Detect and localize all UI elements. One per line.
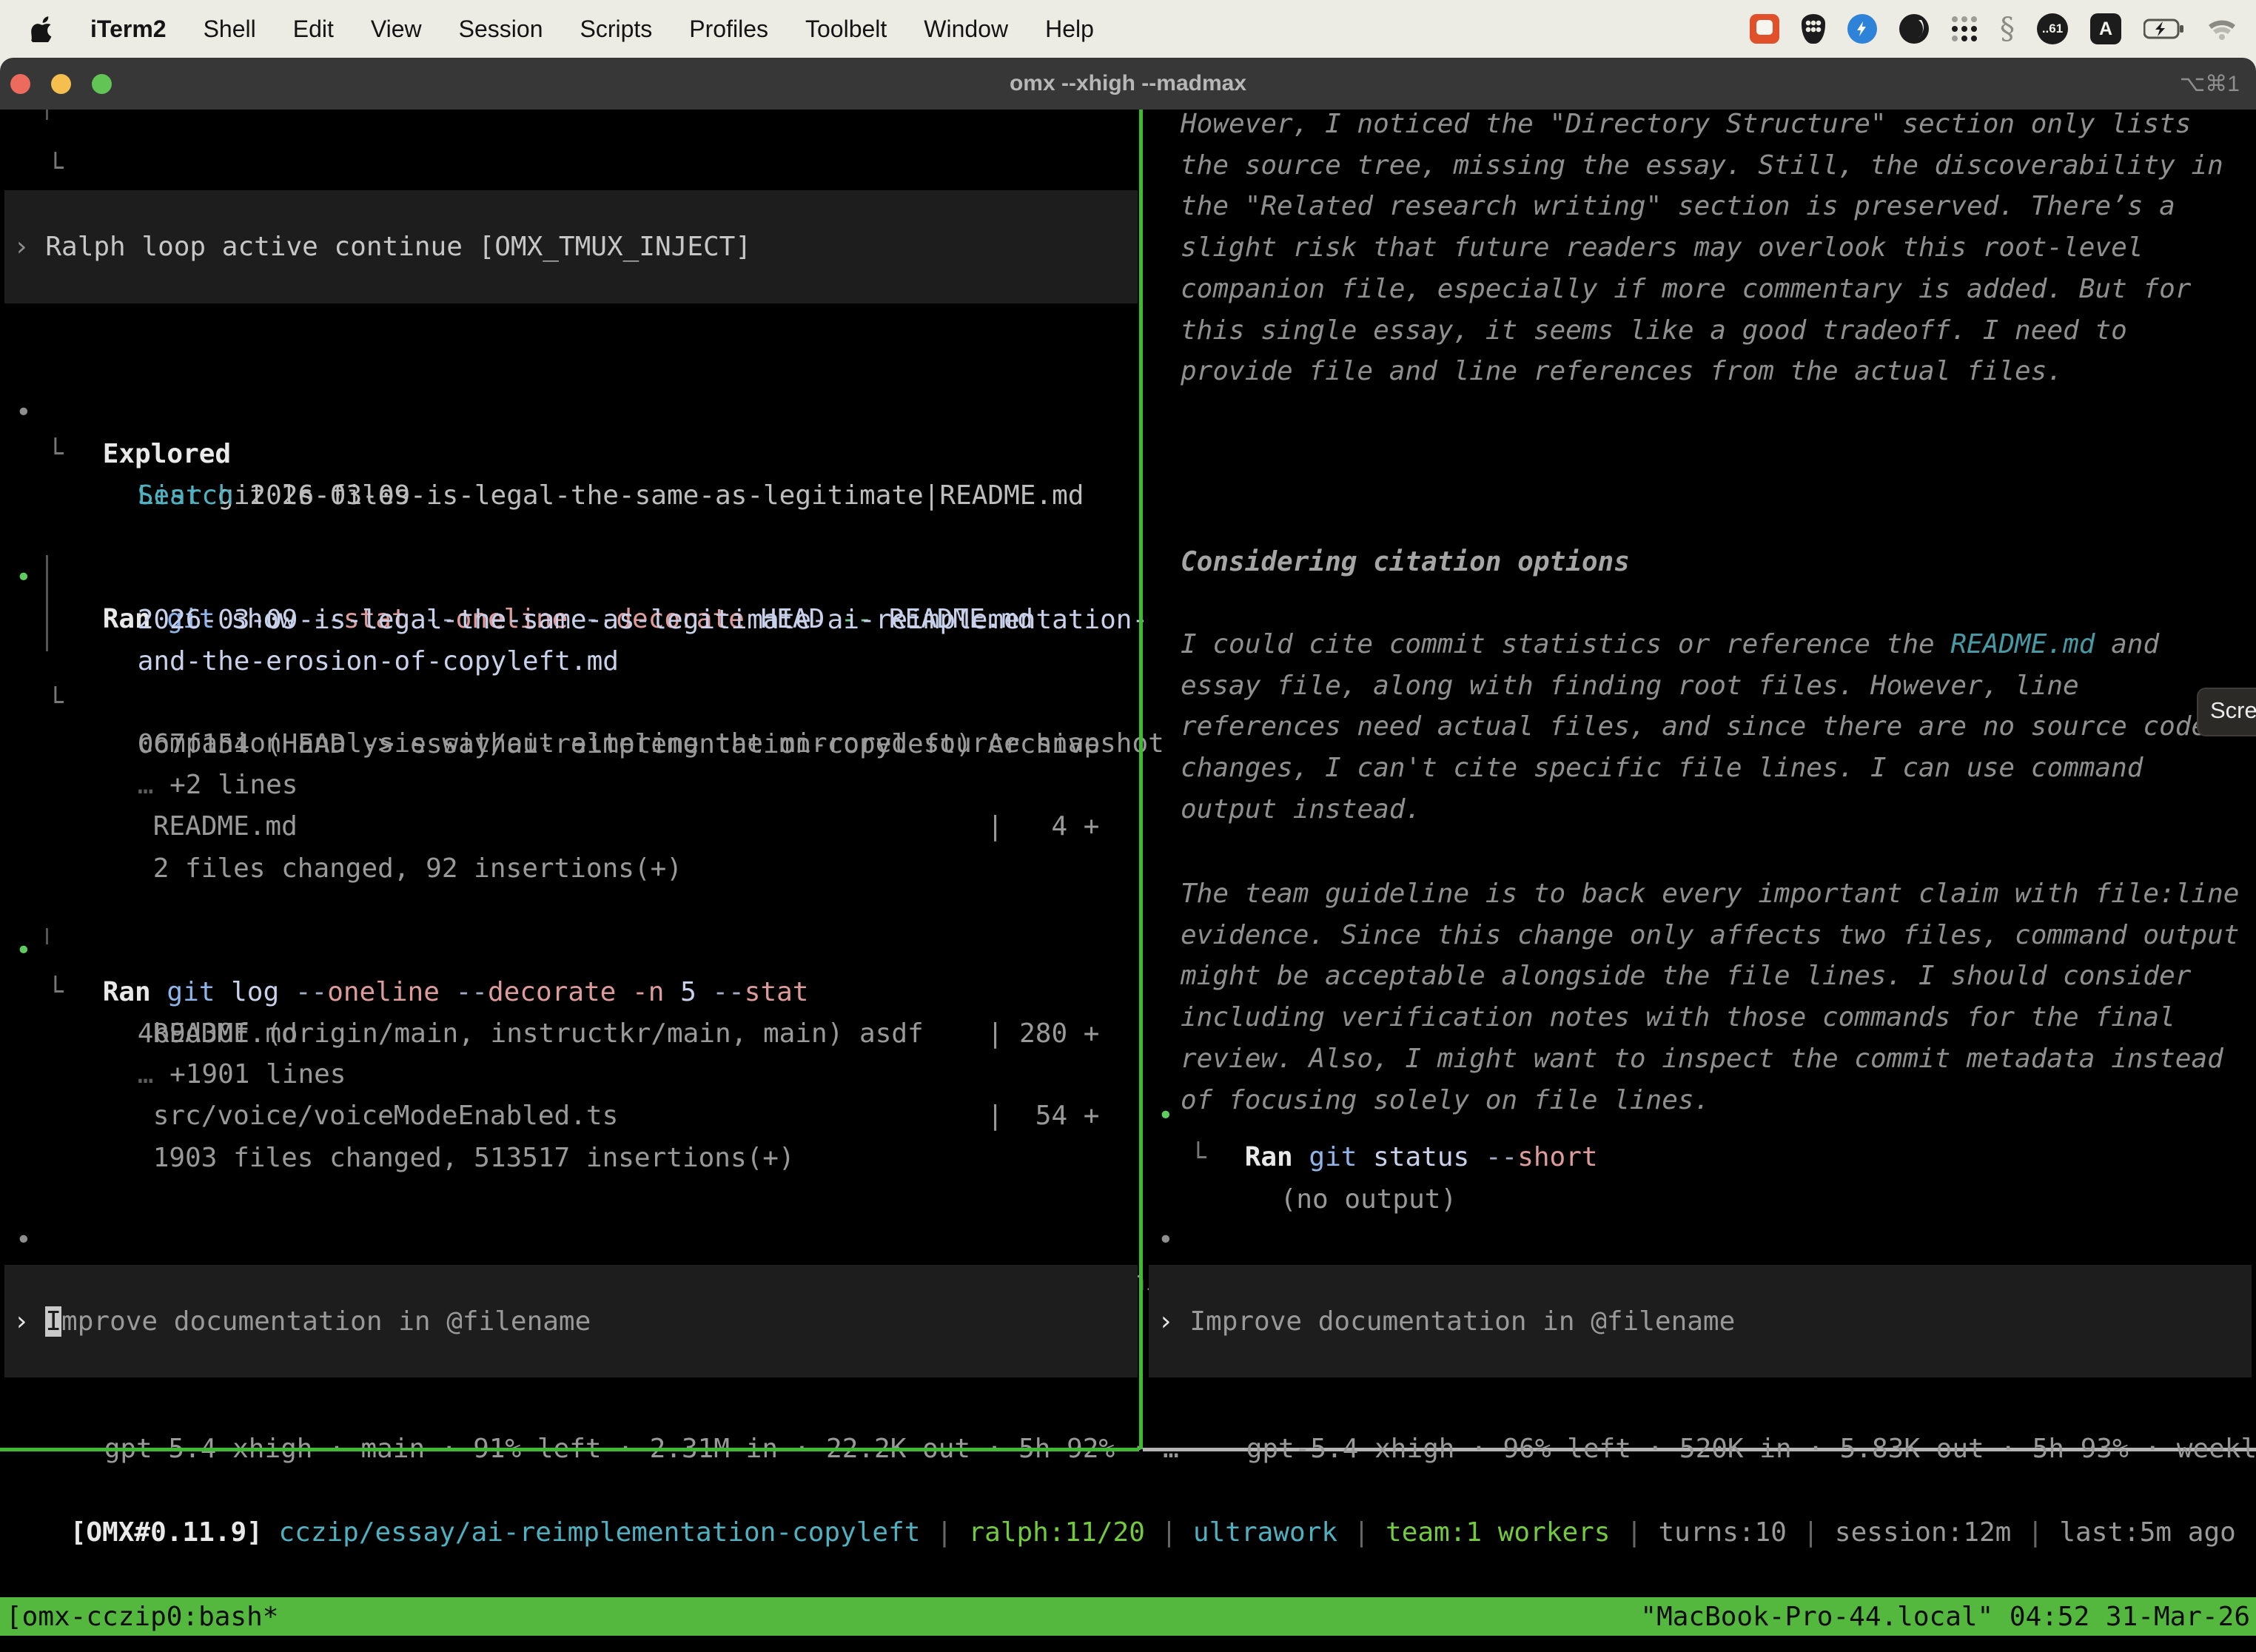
bullet-icon: • xyxy=(16,392,32,434)
terminal-content: └ No agents completed yet › Ralph loop a… xyxy=(0,110,2256,1652)
tree-stub xyxy=(46,110,48,120)
menu-item-view[interactable]: View xyxy=(371,16,422,43)
screen-share-button[interactable]: Scre xyxy=(2197,688,2256,736)
bullet-green-icon: • xyxy=(16,557,32,599)
window-title: omx --xhigh --madmax xyxy=(1010,71,1246,96)
text-cursor: I xyxy=(45,1306,61,1337)
prompt-chevron-icon: › xyxy=(1158,1306,1189,1337)
right-no-output-line: └ (no output) xyxy=(1216,1096,1457,1138)
dots-grid-icon[interactable] xyxy=(1951,16,1978,42)
prompt-input-text: Improve documentation in @filename xyxy=(1189,1306,1735,1337)
prompt-chevron-icon: › xyxy=(13,1306,45,1337)
minimize-button[interactable] xyxy=(51,74,71,94)
left-filename-line-1: 2026-03-09-is-legal-the-same-as-legitima… xyxy=(73,558,1148,600)
left-diffstat-voice: src/voice/voiceModeEnabled.ts | 54 + xyxy=(89,1054,1099,1095)
bullet-green-icon: • xyxy=(16,930,32,972)
wifi-icon[interactable] xyxy=(2207,18,2237,40)
prompt-input-text: mprove documentation in @filename xyxy=(61,1306,591,1337)
menu-item-edit[interactable]: Edit xyxy=(293,16,334,43)
menu-item-shell[interactable]: Shell xyxy=(204,16,256,43)
tree-connector-line xyxy=(46,928,48,944)
bullet-icon: • xyxy=(16,1220,32,1261)
left-diffstat-readme: README.md | 4 + xyxy=(89,765,1099,806)
vpn-bolt-icon[interactable] xyxy=(1847,14,1877,44)
right-thinking-heading: Considering citation options xyxy=(1181,542,2256,583)
right-thinking-paragraph-2: I could cite commit statistics or refere… xyxy=(1181,624,2256,830)
left-diffstat-summary: 2 files changed, 92 insertions(+) xyxy=(89,807,682,848)
left-inject-input[interactable]: › Ralph loop active continue [OMX_TMUX_I… xyxy=(4,190,1138,303)
left-ran-git-log-line: • Ran git log --oneline --decorate -n 5 … xyxy=(38,889,808,930)
tree-connector-icon: └ xyxy=(1190,1138,1206,1179)
right-prompt-input[interactable]: › Improve documentation in @filename xyxy=(1149,1265,2252,1377)
bullet-green-icon: • xyxy=(1158,1095,1174,1137)
tmux-session-label: [omx-cczip0:bash* xyxy=(6,1602,278,1632)
omx-status-line: [OMX#0.11.9] cczip/essay/ai-reimplementa… xyxy=(6,1471,2236,1512)
left-no-agents-line: └ No agents completed yet xyxy=(73,107,506,148)
left-list-line: └ List git ls-files xyxy=(73,392,410,434)
tree-connector-icon: └ xyxy=(47,972,64,1013)
left-working-status-line: • Working (11m 13s • esc to interrupt) ·… xyxy=(38,1178,1178,1220)
zoom-button[interactable] xyxy=(92,74,112,94)
shield-grid-icon[interactable] xyxy=(1802,14,1825,44)
battery-icon[interactable] xyxy=(2143,19,2185,39)
menu-item-toolbelt[interactable]: Toolbelt xyxy=(805,16,887,43)
right-model-status-line: gpt-5.4 xhigh · 96% left · 520K in · 5.8… xyxy=(1182,1387,2256,1428)
tree-connector-icon: └ xyxy=(47,148,64,189)
pane-border-bottom-left xyxy=(0,1448,1139,1451)
left-prompt-input[interactable]: › I mprove documentation in @filename xyxy=(4,1265,1138,1377)
left-diffstat-readme-2: README.md | 280 + xyxy=(89,972,1099,1013)
left-commit2-line: └ 4b9d30f (origin/main, instructkr/main,… xyxy=(73,930,924,972)
menu-item-window[interactable]: Window xyxy=(924,16,1008,43)
right-waiting-status-line: • Waiting for background terminal (1m 41… xyxy=(1181,1178,2191,1220)
menu-items: iTerm2 Shell Edit View Session Scripts P… xyxy=(0,16,1094,43)
tmux-host-clock: "MacBook-Pro-44.local" 04:52 31-Mar-26 xyxy=(1640,1602,2250,1632)
tree-connector-icon: └ xyxy=(47,434,64,475)
menu-item-app[interactable]: iTerm2 xyxy=(90,16,167,43)
menu-item-help[interactable]: Help xyxy=(1045,16,1094,43)
menu-item-scripts[interactable]: Scripts xyxy=(580,16,652,43)
close-button[interactable] xyxy=(10,74,30,94)
right-ran-git-status-line: • Ran git status --short xyxy=(1181,1054,1598,1095)
left-model-status-line: gpt-5.4 xhigh · main · 91% left · 2.31M … xyxy=(40,1387,1179,1428)
screen-record-icon[interactable] xyxy=(1750,14,1779,44)
tree-connector-line xyxy=(46,555,48,651)
left-search-line: Search 2026-03-09-is-legal-the-same-as-l… xyxy=(73,434,1084,475)
right-thinking-paragraph-1: However, I noticed the "Directory Struct… xyxy=(1181,104,2256,392)
badge-61-icon[interactable]: ..61 xyxy=(2037,13,2068,44)
left-filename-line-2: and-the-erosion-of-copyleft.md xyxy=(73,600,619,641)
left-ran-git-show-line: • Ran git show --stat --oneline --decora… xyxy=(38,516,1033,557)
left-more-lines-2: … +1901 lines xyxy=(73,1013,346,1054)
crescent-icon[interactable] xyxy=(1899,14,1929,44)
menu-item-session[interactable]: Session xyxy=(459,16,543,43)
menu-item-profiles[interactable]: Profiles xyxy=(689,16,768,43)
left-commit-line: └ 067f154 (HEAD -> essay/ai-reimplementa… xyxy=(73,641,1100,682)
left-more-lines: … +2 lines xyxy=(73,723,298,765)
left-diffstat-summary-2: 1903 files changed, 513517 insertions(+) xyxy=(89,1096,795,1138)
window-shortcut-badge: ⌥⌘1 xyxy=(2180,71,2240,97)
traffic-lights xyxy=(10,58,112,110)
apple-icon[interactable] xyxy=(31,16,53,42)
left-commit-line-cont: companion analysis without altering the … xyxy=(73,682,1164,723)
prompt-chevron-icon: › xyxy=(13,232,45,262)
macos-menu-bar: iTerm2 Shell Edit View Session Scripts P… xyxy=(0,0,2256,58)
pane-divider-vertical[interactable] xyxy=(1139,110,1143,1449)
left-explored-line: • Explored xyxy=(38,351,231,392)
input-source-icon[interactable]: A xyxy=(2090,13,2121,44)
window-title-bar: omx --xhigh --madmax ⌥⌘1 xyxy=(0,58,2256,110)
s-tool-icon[interactable]: § xyxy=(2000,14,2015,44)
tmux-status-bar: [omx-cczip0:bash* "MacBook-Pro-44.local"… xyxy=(0,1597,2256,1636)
menu-status-icons: § ..61 A xyxy=(1750,13,2256,44)
bullet-icon: • xyxy=(1158,1220,1174,1261)
inject-input-text: Ralph loop active continue [OMX_TMUX_INJ… xyxy=(45,232,751,262)
tree-connector-icon: └ xyxy=(47,682,64,724)
